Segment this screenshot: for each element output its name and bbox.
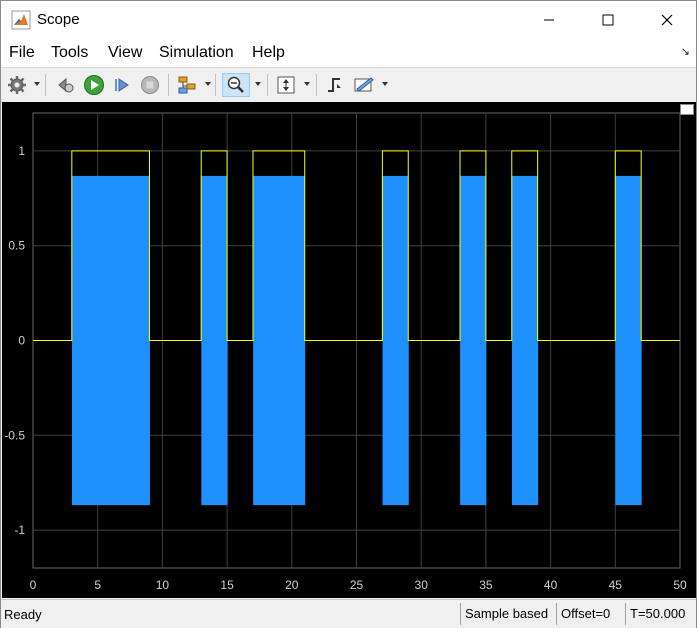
- matlab-logo-icon: [11, 10, 31, 30]
- window-title: Scope: [37, 11, 80, 28]
- menu-help[interactable]: Help: [252, 44, 285, 62]
- scope-axes[interactable]: 0 5 10 15 20 25 30 35 40 45 50 1 0.5 0 -0.5 -1: [2, 102, 696, 598]
- signal-select-icon: [178, 76, 196, 94]
- x-tick-label: 35: [479, 578, 493, 592]
- dock-arrow-icon[interactable]: ↘: [681, 45, 690, 58]
- measurements-dropdown-icon[interactable]: [382, 82, 388, 86]
- menu-file[interactable]: File: [9, 44, 35, 62]
- zoom-button[interactable]: [222, 73, 250, 97]
- toolbar-separator: [45, 74, 46, 96]
- stop-button[interactable]: [138, 73, 162, 97]
- autoscale-button[interactable]: [274, 73, 298, 97]
- undock-icon[interactable]: [680, 104, 694, 115]
- autoscale-dropdown-icon[interactable]: [304, 82, 310, 86]
- step-back-button[interactable]: [53, 73, 77, 97]
- autoscale-icon: [277, 76, 295, 94]
- run-button[interactable]: [82, 73, 106, 97]
- signal-selection-button[interactable]: [175, 73, 199, 97]
- x-tick-label: 25: [350, 578, 364, 592]
- maximize-button[interactable]: [585, 1, 631, 39]
- run-icon: [84, 75, 104, 95]
- y-tick-label: 0: [18, 334, 25, 348]
- x-tick-label: 5: [94, 578, 101, 592]
- status-ready: Ready: [4, 607, 42, 622]
- close-button[interactable]: [644, 1, 690, 39]
- x-tick-label: 50: [673, 578, 687, 592]
- y-tick-label: -1: [14, 523, 25, 537]
- measurements-button[interactable]: [352, 73, 376, 97]
- toolbar-separator: [215, 74, 216, 96]
- toolbar: [1, 67, 696, 103]
- y-tick-label: -0.5: [4, 428, 25, 442]
- menu-simulation[interactable]: Simulation: [159, 44, 234, 62]
- x-tick-label: 15: [220, 578, 234, 592]
- menu-view[interactable]: View: [108, 44, 142, 62]
- step-forward-icon: [115, 78, 129, 92]
- title-bar[interactable]: Scope: [1, 1, 696, 39]
- close-icon: [661, 14, 673, 26]
- scope-window: Scope File Tools View Simulation Help ↘: [0, 0, 697, 628]
- stop-icon: [141, 76, 159, 94]
- plot-panel[interactable]: 0 5 10 15 20 25 30 35 40 45 50 1 0.5 0 -0.5 -1: [2, 102, 696, 598]
- menu-bar: File Tools View Simulation Help ↘: [1, 39, 696, 67]
- zoom-icon: [227, 76, 244, 93]
- x-tick-label: 0: [30, 578, 37, 592]
- x-tick-label: 30: [415, 578, 429, 592]
- gear-icon: [8, 76, 26, 94]
- measure-icon: [354, 77, 374, 92]
- triggers-button[interactable]: [323, 73, 347, 97]
- y-tick-label: 0.5: [8, 239, 25, 253]
- signal-selection-dropdown-icon[interactable]: [205, 82, 211, 86]
- status-bar: Ready Sample based Offset=0 T=50.000: [1, 599, 696, 628]
- x-tick-label: 10: [156, 578, 170, 592]
- zoom-dropdown-icon[interactable]: [255, 82, 261, 86]
- configuration-dropdown-icon[interactable]: [34, 82, 40, 86]
- toolbar-separator: [316, 74, 317, 96]
- toolbar-separator: [267, 74, 268, 96]
- time-indicator: T=50.000: [625, 603, 693, 625]
- minimize-button[interactable]: [526, 1, 572, 39]
- menu-tools[interactable]: Tools: [51, 44, 88, 62]
- sample-mode-indicator: Sample based: [460, 603, 556, 625]
- x-tick-label: 20: [285, 578, 299, 592]
- x-tick-label: 40: [544, 578, 558, 592]
- rewind-icon: [58, 77, 74, 93]
- minimize-icon: [544, 19, 554, 21]
- maximize-icon: [602, 14, 614, 26]
- trigger-icon: [328, 78, 341, 92]
- x-tick-label: 45: [609, 578, 623, 592]
- offset-indicator: Offset=0: [556, 603, 625, 625]
- step-forward-button[interactable]: [110, 73, 134, 97]
- configuration-button[interactable]: [5, 73, 29, 97]
- toolbar-separator: [168, 74, 169, 96]
- y-tick-label: 1: [18, 144, 25, 158]
